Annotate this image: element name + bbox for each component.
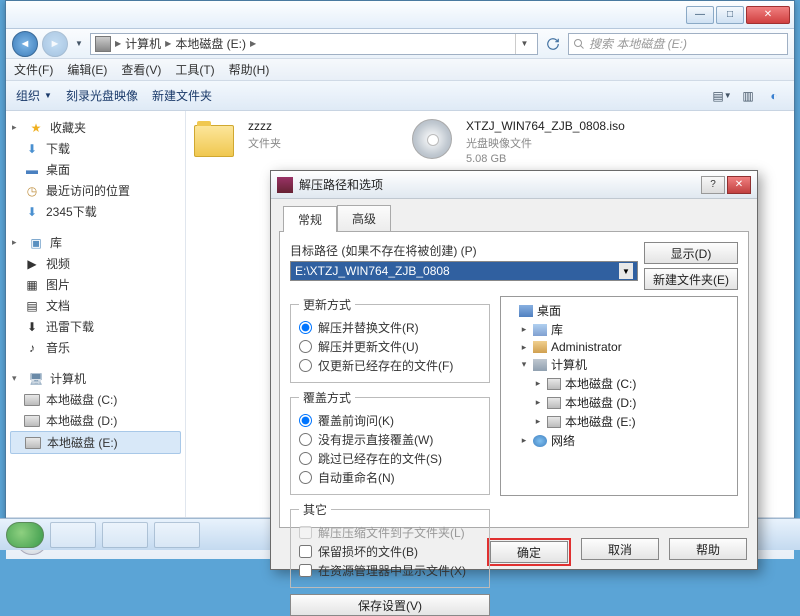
breadcrumb[interactable]: ▶ 计算机 ▶ 本地磁盘 (E:) ▶ ▼: [90, 33, 538, 55]
radio-skip-existing[interactable]: 跳过已经存在的文件(S): [299, 450, 481, 467]
extract-dialog: 解压路径和选项 ? ✕ 常规 高级 目标路径 (如果不存在将被创建) (P) E…: [270, 170, 758, 570]
sidebar-item-recent[interactable]: ◷最近访问的位置: [6, 180, 185, 201]
dialog-help-button[interactable]: ?: [701, 176, 725, 194]
search-input[interactable]: 搜索 本地磁盘 (E:): [568, 33, 788, 55]
file-size: 5.08 GB: [466, 153, 625, 165]
folder-tree[interactable]: 桌面 ▸库 ▸Administrator ▾计算机 ▸本地磁盘 (C:) ▸本地…: [500, 296, 738, 496]
file-type: 光盘映像文件: [466, 135, 625, 151]
drive-icon: [95, 36, 111, 52]
sidebar-item-xunlei[interactable]: ⬇迅雷下载: [6, 316, 185, 337]
radio-extract-update[interactable]: 解压并更新文件(U): [299, 338, 481, 355]
toolbar: 组织▼ 刻录光盘映像 新建文件夹 ▤ ▼ ▥ ◐: [6, 81, 794, 111]
file-name: zzzz: [248, 119, 281, 133]
maximize-button[interactable]: □: [716, 6, 744, 24]
burn-iso-button[interactable]: 刻录光盘映像: [66, 87, 138, 104]
tree-drive-e[interactable]: ▸本地磁盘 (E:): [505, 412, 733, 431]
new-folder-button[interactable]: 新建文件夹: [152, 87, 212, 104]
other-options-group: 其它 解压压缩文件到子文件夹(L) 保留损坏的文件(B) 在资源管理器中显示文件…: [290, 501, 490, 588]
sidebar-item-drive-c[interactable]: 本地磁盘 (C:): [6, 389, 185, 410]
taskbar-item[interactable]: [154, 522, 200, 548]
display-button[interactable]: 显示(D): [644, 242, 738, 264]
menubar: 文件(F) 编辑(E) 查看(V) 工具(T) 帮助(H): [6, 59, 794, 81]
sidebar-item-drive-e[interactable]: 本地磁盘 (E:): [10, 431, 181, 454]
sidebar-item-documents[interactable]: ▤文档: [6, 295, 185, 316]
dialog-title: 解压路径和选项: [299, 176, 695, 193]
menu-edit[interactable]: 编辑(E): [67, 61, 107, 78]
destination-path-input[interactable]: E:\XTZJ_WIN764_ZJB_0808 ▼: [290, 261, 638, 281]
update-mode-group: 更新方式 解压并替换文件(R) 解压并更新文件(U) 仅更新已经存在的文件(F): [290, 296, 490, 383]
disc-icon: [412, 119, 452, 159]
check-show-in-explorer[interactable]: 在资源管理器中显示文件(X): [299, 562, 481, 579]
taskbar-item[interactable]: [102, 522, 148, 548]
file-item-folder[interactable]: zzzz 文件夹: [194, 119, 394, 159]
breadcrumb-computer[interactable]: 计算机: [125, 35, 161, 52]
sidebar-favorites[interactable]: ▸★收藏夹: [6, 117, 185, 138]
sidebar-item-desktop[interactable]: ▬桌面: [6, 159, 185, 180]
radio-overwrite-noprompt[interactable]: 没有提示直接覆盖(W): [299, 431, 481, 448]
dialog-close-button[interactable]: ✕: [727, 176, 751, 194]
archive-icon: [277, 177, 293, 193]
save-settings-button[interactable]: 保存设置(V): [290, 594, 490, 616]
dialog-titlebar[interactable]: 解压路径和选项 ? ✕: [271, 171, 757, 199]
start-button[interactable]: [6, 522, 44, 548]
tree-drive-d[interactable]: ▸本地磁盘 (D:): [505, 393, 733, 412]
tab-general[interactable]: 常规: [283, 206, 337, 232]
tree-libraries[interactable]: ▸库: [505, 320, 733, 339]
chevron-right-icon[interactable]: ▶: [165, 39, 171, 48]
file-type: 文件夹: [248, 135, 281, 151]
check-extract-subfolder[interactable]: 解压压缩文件到子文件夹(L): [299, 524, 481, 541]
radio-extract-replace[interactable]: 解压并替换文件(R): [299, 319, 481, 336]
sidebar-item-music[interactable]: ♪音乐: [6, 337, 185, 358]
chevron-right-icon[interactable]: ▶: [115, 39, 121, 48]
menu-file[interactable]: 文件(F): [14, 61, 53, 78]
menu-view[interactable]: 查看(V): [121, 61, 161, 78]
new-folder-button[interactable]: 新建文件夹(E): [644, 268, 738, 290]
path-label: 目标路径 (如果不存在将被创建) (P): [290, 242, 638, 259]
chevron-right-icon[interactable]: ▶: [250, 39, 256, 48]
organize-button[interactable]: 组织▼: [16, 87, 52, 104]
sidebar-item-videos[interactable]: ▶视频: [6, 253, 185, 274]
sidebar: ▸★收藏夹 ⬇下载 ▬桌面 ◷最近访问的位置 ⬇2345下载 ▸▣库 ▶视频 ▦…: [6, 111, 186, 517]
tree-desktop[interactable]: 桌面: [505, 301, 733, 320]
taskbar-item[interactable]: [50, 522, 96, 548]
tree-computer[interactable]: ▾计算机: [505, 355, 733, 374]
sidebar-item-downloads[interactable]: ⬇下载: [6, 138, 185, 159]
tab-advanced[interactable]: 高级: [337, 205, 391, 231]
radio-ask-overwrite[interactable]: 覆盖前询问(K): [299, 412, 481, 429]
tree-administrator[interactable]: ▸Administrator: [505, 339, 733, 355]
folder-icon: [194, 125, 234, 157]
menu-help[interactable]: 帮助(H): [229, 61, 270, 78]
address-dropdown[interactable]: ▼: [515, 34, 533, 54]
tree-drive-c[interactable]: ▸本地磁盘 (C:): [505, 374, 733, 393]
explorer-titlebar[interactable]: — □ ✕: [6, 1, 794, 29]
radio-auto-rename[interactable]: 自动重命名(N): [299, 469, 481, 486]
view-options-button[interactable]: ▤ ▼: [712, 87, 732, 105]
back-button[interactable]: ◄: [12, 31, 38, 57]
sidebar-item-pictures[interactable]: ▦图片: [6, 274, 185, 295]
address-bar: ◄ ► ▼ ▶ 计算机 ▶ 本地磁盘 (E:) ▶ ▼ 搜索 本地磁盘 (E:): [6, 29, 794, 59]
breadcrumb-drive[interactable]: 本地磁盘 (E:): [175, 35, 246, 52]
tree-network[interactable]: ▸网络: [505, 431, 733, 450]
nav-history-dropdown[interactable]: ▼: [72, 35, 86, 53]
file-item-iso[interactable]: XTZJ_WIN764_ZJB_0808.iso 光盘映像文件 5.08 GB: [412, 119, 642, 165]
minimize-button[interactable]: —: [686, 6, 714, 24]
radio-update-existing[interactable]: 仅更新已经存在的文件(F): [299, 357, 481, 374]
forward-button[interactable]: ►: [42, 31, 68, 57]
close-button[interactable]: ✕: [746, 6, 790, 24]
preview-pane-button[interactable]: ▥: [738, 87, 758, 105]
search-placeholder: 搜索 本地磁盘 (E:): [589, 35, 687, 52]
sidebar-libraries[interactable]: ▸▣库: [6, 232, 185, 253]
help-icon[interactable]: ◐: [764, 87, 784, 105]
overwrite-mode-group: 覆盖方式 覆盖前询问(K) 没有提示直接覆盖(W) 跳过已经存在的文件(S) 自…: [290, 389, 490, 495]
sidebar-item-2345[interactable]: ⬇2345下载: [6, 201, 185, 222]
menu-tools[interactable]: 工具(T): [175, 61, 214, 78]
sidebar-item-drive-d[interactable]: 本地磁盘 (D:): [6, 410, 185, 431]
refresh-button[interactable]: [542, 37, 564, 51]
file-name: XTZJ_WIN764_ZJB_0808.iso: [466, 119, 625, 133]
sidebar-computer[interactable]: ▾🖥计算机: [6, 368, 185, 389]
chevron-down-icon[interactable]: ▼: [619, 263, 633, 279]
check-keep-broken[interactable]: 保留损坏的文件(B): [299, 543, 481, 560]
